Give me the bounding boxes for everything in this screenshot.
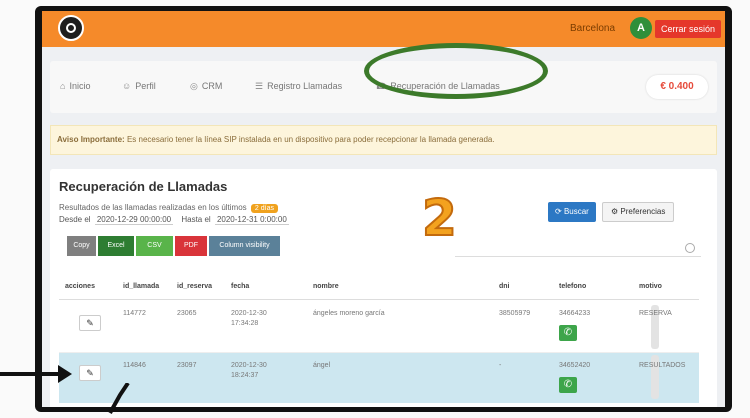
cell-id-reserva: 23097 [177, 362, 197, 369]
preferences-button[interactable]: ⚙ Preferencias [602, 202, 675, 222]
excel-button[interactable]: Excel [98, 236, 134, 256]
home-icon: ⌂ [60, 81, 66, 91]
edit-button[interactable]: ✎ [79, 315, 101, 331]
date-range: Desde el 2020-12-29 00:00:00 Hasta el 20… [59, 215, 295, 225]
days-badge: 2 días [250, 204, 278, 213]
annotation-arrow-line [0, 372, 62, 376]
search-icon [685, 243, 695, 253]
table-header: acciones id_llamada id_reserva fecha nom… [59, 276, 699, 300]
logo-icon[interactable] [58, 15, 84, 41]
cell-id-llamada: 114772 [123, 310, 146, 317]
call-button[interactable]: ✆ [559, 325, 577, 341]
cell-dni: 38505979 [499, 310, 531, 317]
city-label: Barcelona [570, 23, 616, 34]
col-fecha[interactable]: fecha [231, 283, 249, 290]
cell-id-llamada: 114846 [123, 362, 146, 369]
edit-icon: ✎ [86, 318, 94, 328]
cell-motivo: RESULTADOS [639, 362, 686, 369]
page-title: Recuperación de Llamadas [59, 179, 228, 194]
app-screen: Barcelona A Cerrar sesión ⌂ Inicio ☺ Perfi… [42, 11, 725, 407]
call-button[interactable]: ✆ [559, 377, 577, 393]
settings-icon: ⚙ [611, 207, 621, 216]
to-date-field[interactable]: 2020-12-31 0:00:00 [214, 215, 289, 225]
tab-crm[interactable]: ◎ CRM [190, 81, 222, 92]
cell-telefono: 34652420 [559, 362, 591, 369]
col-id-reserva[interactable]: id_reserva [177, 283, 212, 290]
tab-label: Registro Llamadas [267, 81, 343, 91]
cell-nombre: ángeles moreno garcía [313, 310, 385, 317]
table-row-selected: ✎ 114846 23097 2020-12-30 18:24:37 ángel… [59, 353, 699, 403]
list-icon: ☰ [255, 81, 264, 91]
crm-icon: ◎ [190, 81, 198, 91]
pdf-button[interactable]: PDF [175, 236, 207, 256]
cell-telefono: 34664233 [559, 310, 591, 317]
results-subtitle: Resultados de las llamadas realizadas en… [59, 203, 278, 213]
screenshot-stage: Barcelona A Cerrar sesión ⌂ Inicio ☺ Perfi… [0, 0, 750, 418]
alert-text: Es necesario tener la línea SIP instalad… [124, 135, 495, 144]
search-label: Buscar [563, 207, 589, 216]
annotation-number: 2 [421, 188, 458, 248]
cell-fecha-date: 2020-12-30 [231, 310, 267, 317]
highlight-oval [364, 43, 548, 99]
cell-dni: - [499, 362, 502, 369]
from-date-field[interactable]: 2020-12-29 00:00:00 [94, 215, 174, 225]
col-nombre[interactable]: nombre [313, 283, 339, 290]
tab-label: Inicio [69, 81, 91, 91]
copy-button[interactable]: Copy [67, 236, 96, 256]
column-visibility-button[interactable]: Column visibility [209, 236, 280, 256]
col-telefono[interactable]: telefono [559, 283, 586, 290]
to-label: Hasta el [181, 215, 211, 224]
tab-label: Perfil [135, 81, 156, 91]
annotation-curve [108, 383, 130, 414]
refresh-icon: ⟳ [555, 207, 564, 216]
csv-button[interactable]: CSV [136, 236, 173, 256]
table-row: ✎ 114772 23065 2020-12-30 17:34:28 ángel… [59, 301, 699, 353]
edit-button[interactable]: ✎ [79, 365, 101, 381]
tab-inicio[interactable]: ⌂ Inicio [60, 81, 90, 91]
important-alert: Aviso Importante: Es necesario tener la … [50, 125, 717, 155]
prefs-label: Preferencias [620, 207, 666, 216]
alert-title: Aviso Importante: [57, 135, 125, 144]
tab-registro-llamadas[interactable]: ☰ Registro Llamadas [255, 81, 342, 92]
col-acciones[interactable]: acciones [65, 283, 95, 290]
cell-nombre: ángel [313, 362, 331, 369]
top-bar: Barcelona A Cerrar sesión [42, 11, 725, 47]
avatar[interactable]: A [630, 17, 652, 39]
cell-motivo: RESERVA [639, 310, 672, 317]
col-id-llamada[interactable]: id_llamada [123, 283, 159, 290]
col-dni[interactable]: dni [499, 283, 510, 290]
subtitle-text: Resultados de las llamadas realizadas en… [59, 203, 247, 212]
search-button[interactable]: ⟳ Buscar [548, 202, 596, 222]
balance-badge: € 0.400 [646, 75, 708, 99]
cell-fecha-date: 2020-12-30 [231, 362, 267, 369]
user-icon: ☺ [122, 81, 132, 91]
col-motivo[interactable]: motivo [639, 283, 662, 290]
from-label: Desde el [59, 215, 91, 224]
annotation-arrow-head [58, 365, 72, 383]
table-search-input[interactable] [455, 243, 701, 257]
edit-icon: ✎ [86, 368, 94, 378]
logout-button[interactable]: Cerrar sesión [655, 20, 722, 38]
tab-perfil[interactable]: ☺ Perfil [122, 81, 156, 91]
cell-fecha-time: 18:24:37 [231, 372, 259, 379]
phone-icon: ✆ [563, 379, 573, 390]
cell-fecha-time: 17:34:28 [231, 320, 259, 327]
cell-id-reserva: 23065 [177, 310, 197, 317]
tab-label: CRM [201, 81, 223, 91]
phone-icon: ✆ [563, 327, 573, 338]
